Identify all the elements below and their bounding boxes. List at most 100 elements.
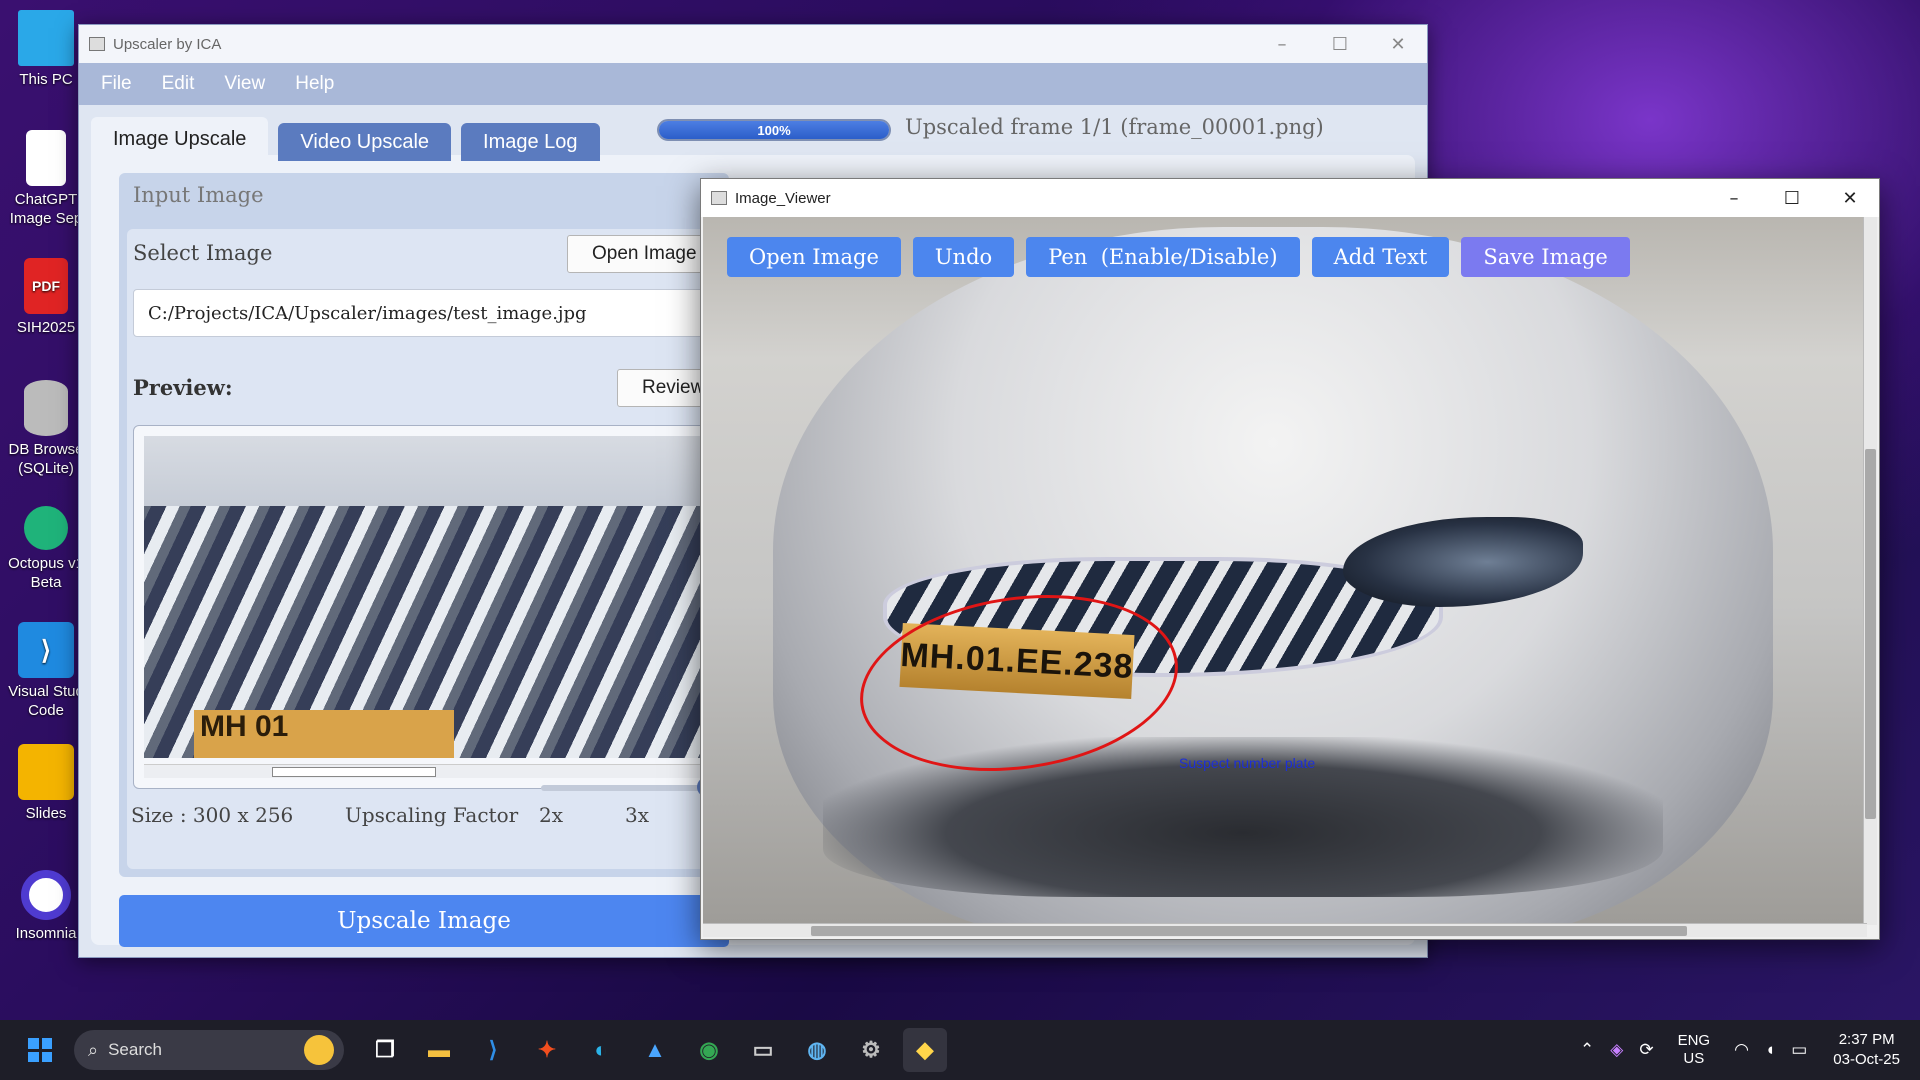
menu-bar: File Edit View Help (79, 63, 1427, 105)
python-icon[interactable]: ◆ (903, 1028, 947, 1072)
image-path-field[interactable]: C:/Projects/ICA/Upscaler/images/test_ima… (133, 289, 723, 337)
save-image-button[interactable]: Save Image (1461, 237, 1630, 277)
taskbar: ⌕ Search ❐ ▬ ⟩ ✦ ◐ ▲ ◉ ▭ ◍ ⚙ ◆ ⌃ ◈ ⟳ ENG… (0, 1020, 1920, 1080)
section-title: Input Image (133, 183, 264, 207)
viewer-toolbar: Open Image Undo Pen (Enable/Disable) Add… (727, 237, 1642, 277)
close-icon[interactable]: ✕ (1821, 179, 1879, 217)
progress-bar: 100% (657, 119, 891, 141)
preview-image: MH 01 (144, 436, 714, 758)
tab-bar: Image Upscale Video Upscale Image Log (91, 117, 610, 161)
vscode-icon: ⟩ (18, 622, 74, 678)
task-view-icon[interactable]: ❐ (363, 1028, 407, 1072)
window-titlebar[interactable]: Upscaler by ICA (79, 25, 1427, 63)
browser-icon[interactable]: ◍ (795, 1028, 839, 1072)
search-placeholder: Search (108, 1040, 162, 1059)
menu-file[interactable]: File (101, 73, 132, 95)
tab-image-upscale[interactable]: Image Upscale (91, 117, 269, 161)
scrollbar-thumb[interactable] (811, 926, 1687, 936)
chevron-up-icon[interactable]: ⌃ (1580, 1040, 1594, 1060)
chrome-icon[interactable]: ◉ (687, 1028, 731, 1072)
preview-image-background (144, 436, 714, 506)
search-highlight-icon (304, 1035, 334, 1065)
text-annotation: Suspect number plate (1179, 755, 1316, 771)
preview-label: Preview: (133, 375, 233, 400)
add-text-button[interactable]: Add Text (1311, 237, 1450, 277)
progress-fill: 100% (659, 121, 889, 139)
taskbar-apps: ❐ ▬ ⟩ ✦ ◐ ▲ ◉ ▭ ◍ ⚙ ◆ (358, 1028, 952, 1072)
app-icon (89, 37, 105, 51)
wifi-icon[interactable]: ◠ (1734, 1040, 1749, 1060)
vscode-icon[interactable]: ⟩ (471, 1028, 515, 1072)
terminal-icon[interactable]: ▭ (741, 1028, 785, 1072)
insomnia-icon (21, 870, 71, 920)
scrollbar-thumb[interactable] (1865, 449, 1876, 819)
viewer-titlebar[interactable]: Image_Viewer (701, 179, 1879, 217)
viewer-window-controls: – ☐ ✕ (1705, 179, 1879, 217)
status-text: Upscaled frame 1/1 (frame_00001.png) (905, 115, 1324, 139)
maximize-icon[interactable]: ☐ (1763, 179, 1821, 217)
close-icon[interactable]: ✕ (1369, 25, 1427, 63)
upscale-image-button[interactable]: Upscale Image (119, 895, 729, 947)
factor-tick-2x: 2x (539, 803, 564, 827)
maximize-icon[interactable]: ☐ (1311, 25, 1369, 63)
tab-image-log[interactable]: Image Log (461, 123, 600, 161)
window-title: Upscaler by ICA (113, 35, 222, 53)
input-inner-box: Select Image Open Image C:/Projects/ICA/… (127, 229, 737, 869)
clock-date: 03-Oct-25 (1833, 1051, 1900, 1068)
edge-icon[interactable]: ◐ (579, 1028, 623, 1072)
desktop-icon-label: SIH2025 (16, 319, 76, 336)
lang-bottom: US (1683, 1050, 1705, 1067)
desktop-icon-label: This PC (19, 71, 73, 88)
desktop-icon-label: Insomnia (15, 925, 77, 942)
desktop-icon-label: Slides (25, 805, 67, 822)
lang-top: ENG (1677, 1032, 1711, 1049)
desktop-icon-label: DB Browse (SQLite) (8, 441, 84, 477)
factor-tick-3x: 3x (625, 803, 650, 827)
scrollbar-thumb[interactable] (272, 767, 436, 777)
tab-video-upscale[interactable]: Video Upscale (278, 123, 452, 161)
system-tray: ⌃ ◈ ⟳ ENG US ◠ ◖ ▭ 2:37 PM 03-Oct-25 (1572, 1020, 1900, 1080)
viewer-open-image-button[interactable]: Open Image (727, 237, 901, 277)
pen-toggle-button[interactable]: Pen (Enable/Disable) (1026, 237, 1300, 277)
document-icon (26, 130, 66, 186)
volume-icon[interactable]: ◖ (1765, 1040, 1775, 1060)
windows-start-icon[interactable] (20, 1030, 60, 1070)
menu-view[interactable]: View (224, 73, 265, 95)
menu-edit[interactable]: Edit (162, 73, 195, 95)
language-indicator[interactable]: ENG US (1678, 1032, 1711, 1068)
viewer-vertical-scrollbar[interactable] (1863, 217, 1877, 925)
slides-icon (18, 744, 74, 800)
pdf-icon: PDF (24, 258, 68, 314)
search-icon: ⌕ (88, 1039, 99, 1060)
settings-icon[interactable]: ⚙ (849, 1028, 893, 1072)
clock-time: 2:37 PM (1838, 1031, 1895, 1048)
octopus-icon (24, 506, 68, 550)
input-image-section: Input Image Select Image Open Image C:/P… (119, 173, 741, 877)
preview-plate: MH 01 (194, 710, 454, 758)
file-explorer-icon[interactable]: ▬ (417, 1028, 461, 1072)
viewer-title: Image_Viewer (735, 189, 831, 207)
database-icon (24, 380, 68, 436)
photos-icon[interactable]: ▲ (633, 1028, 677, 1072)
copilot-icon[interactable]: ◈ (1610, 1040, 1623, 1060)
minimize-icon[interactable]: – (1253, 25, 1311, 63)
sync-icon[interactable]: ⟳ (1639, 1040, 1653, 1060)
desktop-icon-label: Visual Stud Code (8, 683, 84, 719)
viewer-horizontal-scrollbar[interactable] (703, 923, 1867, 937)
preview-horizontal-scrollbar[interactable] (144, 764, 714, 778)
image-canvas[interactable]: MH.01.EE.238 Suspect number plate Open I… (703, 217, 1867, 925)
image-viewer-window: Image_Viewer – ☐ ✕ MH.01.EE.238 Suspect … (700, 178, 1880, 940)
battery-icon[interactable]: ▭ (1791, 1040, 1807, 1060)
upscaling-factor-label: Upscaling Factor (345, 803, 519, 827)
clock[interactable]: 2:37 PM 03-Oct-25 (1833, 1030, 1900, 1070)
taskbar-search[interactable]: ⌕ Search (74, 1030, 344, 1070)
desktop-icon-label: ChatGPT Image Sep (9, 191, 83, 227)
window-controls: – ☐ ✕ (1253, 25, 1427, 63)
minimize-icon[interactable]: – (1705, 179, 1763, 217)
figma-icon[interactable]: ✦ (525, 1028, 569, 1072)
undo-button[interactable]: Undo (912, 237, 1015, 277)
menu-help[interactable]: Help (295, 73, 334, 95)
desktop-icon-label: Octopus v1 Beta (8, 555, 84, 591)
select-image-label: Select Image (133, 241, 273, 265)
size-label: Size : 300 x 256 (131, 803, 294, 827)
